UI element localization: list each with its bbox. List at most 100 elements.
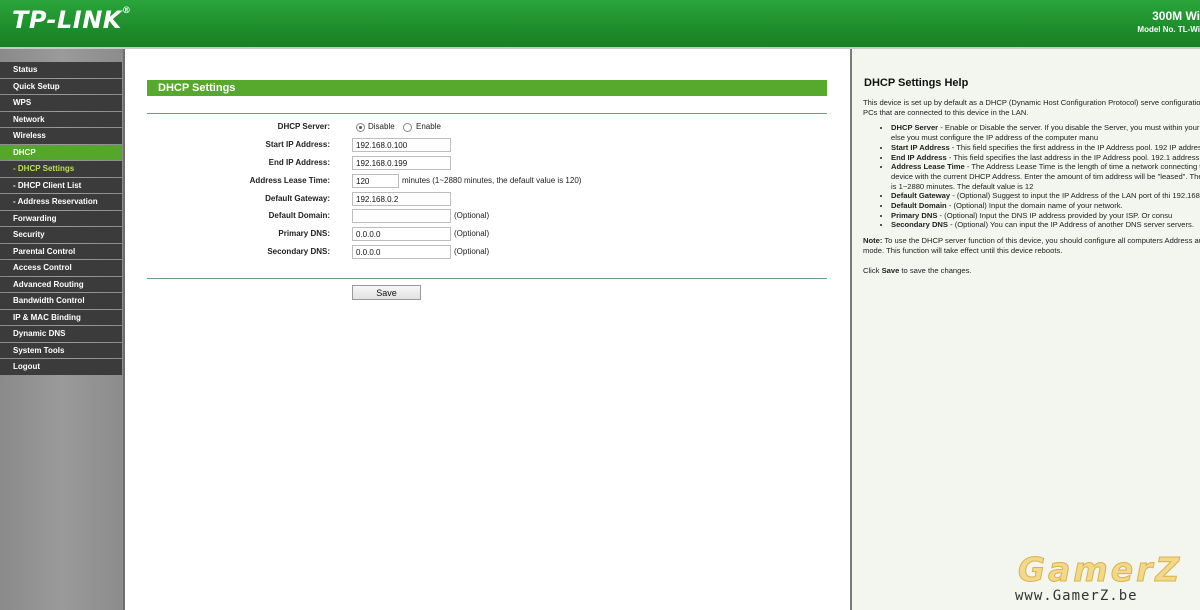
sidebar-item-access-control[interactable]: Access Control <box>0 260 122 276</box>
help-term: Start IP Address <box>891 142 950 152</box>
help-term: End IP Address <box>891 152 947 162</box>
page-title: DHCP Settings <box>147 80 827 96</box>
lease-time-row: Address Lease Time: minutes (1~2880 minu… <box>125 173 850 189</box>
help-item: DHCP Server - Enable or Disable the serv… <box>891 123 1200 142</box>
help-click-save: Click Save to save the changes. <box>863 266 1200 276</box>
help-note-term: Note: <box>863 236 883 246</box>
logo-text: TP-LINK <box>12 6 122 34</box>
sidebar-item-network[interactable]: Network <box>0 111 122 127</box>
help-term: Address Lease Time <box>891 162 965 172</box>
gateway-input[interactable] <box>352 192 451 206</box>
end-ip-row: End IP Address: <box>125 155 850 171</box>
help-text: - This field specifies the first address… <box>949 142 1200 152</box>
help-title: DHCP Settings Help <box>864 77 969 89</box>
sidebar-item-quick-setup[interactable]: Quick Setup <box>0 78 122 94</box>
sidebar-menu: Status Quick Setup WPS Network Wireless … <box>0 62 122 376</box>
sidebar-subitem-dhcp-client-list[interactable]: - DHCP Client List <box>0 177 122 193</box>
domain-label: Default Domain: <box>268 211 330 220</box>
sidebar-item-wps[interactable]: WPS <box>0 95 122 111</box>
help-note: Note: To use the DHCP server function of… <box>863 236 1200 255</box>
sidebar-item-logout[interactable]: Logout <box>0 359 122 375</box>
primary-dns-row: Primary DNS: (Optional) <box>125 226 850 242</box>
help-text: - (Optional) Input the DNS IP address pr… <box>937 210 1173 220</box>
help-term: Default Gateway <box>891 191 951 201</box>
sidebar-item-ip-mac-binding[interactable]: IP & MAC Binding <box>0 309 122 325</box>
sidebar-item-bandwidth-control[interactable]: Bandwidth Control <box>0 293 122 309</box>
lease-time-input[interactable] <box>352 174 399 188</box>
help-click-post: to save the changes. <box>899 265 972 275</box>
help-note-text: To use the DHCP server function of this … <box>863 236 1200 255</box>
help-item: Address Lease Time - The Address Lease T… <box>891 162 1200 191</box>
top-divider <box>147 113 827 114</box>
help-term: Default Domain <box>891 201 947 211</box>
sidebar-item-parental-control[interactable]: Parental Control <box>0 243 122 259</box>
product-name: 300M Wi <box>1152 9 1200 23</box>
sidebar-item-system-tools[interactable]: System Tools <box>0 342 122 358</box>
dhcp-enable-radio[interactable] <box>403 123 412 132</box>
sidebar: Status Quick Setup WPS Network Wireless … <box>0 49 125 610</box>
dhcp-enable-label: Enable <box>416 122 441 131</box>
secondary-dns-input[interactable] <box>352 245 451 259</box>
secondary-dns-optional: (Optional) <box>454 247 490 256</box>
domain-input[interactable] <box>352 209 451 223</box>
model-number: Model No. TL-Wi <box>1137 25 1200 34</box>
sidebar-item-advanced-routing[interactable]: Advanced Routing <box>0 276 122 292</box>
help-text: - Enable or Disable the server. If you d… <box>891 123 1200 143</box>
help-item: End IP Address - This field specifies th… <box>891 153 1200 163</box>
tp-link-logo: TP-LINK® <box>12 6 131 34</box>
start-ip-input[interactable] <box>352 138 451 152</box>
help-text: - This field specifies the last address … <box>946 152 1200 162</box>
secondary-dns-label: Secondary DNS: <box>267 247 330 256</box>
help-item: Default Gateway - (Optional) Suggest to … <box>891 191 1200 201</box>
help-list: DHCP Server - Enable or Disable the serv… <box>863 123 1200 230</box>
end-ip-input[interactable] <box>352 156 451 170</box>
sidebar-subitem-dhcp-settings[interactable]: - DHCP Settings <box>0 161 122 177</box>
save-button[interactable]: Save <box>352 285 421 300</box>
help-term: DHCP Server <box>891 123 939 133</box>
help-term: Primary DNS <box>891 210 938 220</box>
domain-row: Default Domain: (Optional) <box>125 208 850 224</box>
main-panel: DHCP Settings DHCP Server: Disable Enabl… <box>125 49 850 610</box>
sidebar-item-dhcp[interactable]: DHCP <box>0 144 122 160</box>
watermark-url: www.GamerZ.be <box>1015 588 1138 604</box>
secondary-dns-row: Secondary DNS: (Optional) <box>125 244 850 260</box>
help-item: Secondary DNS - (Optional) You can input… <box>891 220 1200 230</box>
domain-optional: (Optional) <box>454 211 490 220</box>
help-item: Default Domain - (Optional) Input the do… <box>891 201 1200 211</box>
dhcp-server-row: DHCP Server: Disable Enable <box>125 119 850 135</box>
dhcp-server-label: DHCP Server: <box>277 122 330 131</box>
dhcp-disable-label: Disable <box>368 122 395 131</box>
sidebar-item-wireless[interactable]: Wireless <box>0 128 122 144</box>
bottom-divider <box>147 278 827 279</box>
start-ip-row: Start IP Address: <box>125 137 850 153</box>
lease-time-hint: minutes (1~2880 minutes, the default val… <box>402 176 582 185</box>
sidebar-item-forwarding[interactable]: Forwarding <box>0 210 122 226</box>
help-item: Start IP Address - This field specifies … <box>891 143 1200 153</box>
gateway-row: Default Gateway: <box>125 191 850 207</box>
sidebar-item-status[interactable]: Status <box>0 62 122 78</box>
help-text: - (Optional) You can input the IP Addres… <box>947 220 1194 230</box>
help-intro: This device is set up by default as a DH… <box>863 98 1200 117</box>
help-click-term: Save <box>881 265 900 275</box>
registered-mark: ® <box>121 6 132 16</box>
end-ip-label: End IP Address: <box>268 158 330 167</box>
gateway-label: Default Gateway: <box>265 194 330 203</box>
primary-dns-optional: (Optional) <box>454 229 490 238</box>
help-body: This device is set up by default as a DH… <box>863 98 1200 275</box>
help-item: Primary DNS - (Optional) Input the DNS I… <box>891 211 1200 221</box>
sidebar-item-security[interactable]: Security <box>0 227 122 243</box>
help-term: Secondary DNS <box>891 220 948 230</box>
header-bar: TP-LINK® 300M Wi Model No. TL-Wi <box>0 0 1200 47</box>
primary-dns-input[interactable] <box>352 227 451 241</box>
lease-time-label: Address Lease Time: <box>249 176 330 185</box>
gamerz-watermark: GamerZ www.GamerZ.be <box>1010 550 1200 610</box>
watermark-brand: GamerZ <box>1017 550 1183 590</box>
help-text: - (Optional) Input the domain name of yo… <box>946 201 1123 211</box>
sidebar-subitem-address-reservation[interactable]: - Address Reservation <box>0 194 122 210</box>
help-panel: DHCP Settings Help This device is set up… <box>850 49 1200 610</box>
sidebar-item-dynamic-dns[interactable]: Dynamic DNS <box>0 326 122 342</box>
help-text: - (Optional) Suggest to input the IP Add… <box>950 191 1200 201</box>
primary-dns-label: Primary DNS: <box>278 229 330 238</box>
dhcp-disable-radio[interactable] <box>356 123 365 132</box>
help-click-pre: Click <box>863 265 882 275</box>
